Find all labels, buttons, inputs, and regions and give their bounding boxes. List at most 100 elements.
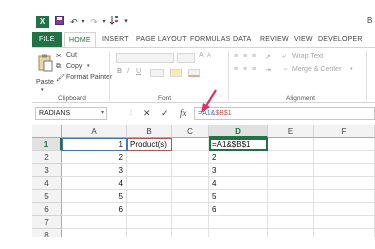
cell-e5[interactable]	[268, 190, 314, 203]
merge-center-icon[interactable]: ⇔	[282, 66, 289, 73]
column-header-c[interactable]: C	[172, 125, 209, 138]
align-center-icon[interactable]: ≡	[243, 66, 247, 73]
enter-icon[interactable]: ✓	[161, 107, 169, 120]
merge-center-button[interactable]: Merge & Center	[292, 66, 341, 73]
paste-button[interactable]: Paste	[36, 79, 54, 86]
cell-d6[interactable]: 6	[209, 203, 268, 216]
cell-f3[interactable]	[314, 164, 375, 177]
wrap-text-icon[interactable]: ⤶	[282, 53, 286, 61]
borders-icon[interactable]	[150, 69, 164, 77]
column-header-d[interactable]: D	[209, 125, 268, 138]
cell-e6[interactable]	[268, 203, 314, 216]
cell-f8[interactable]	[314, 229, 375, 237]
cell-b4[interactable]	[127, 177, 172, 190]
tab-page-layout[interactable]: PAGE LAYOUT	[136, 32, 187, 47]
cell-c8[interactable]	[172, 229, 209, 237]
fill-color-icon[interactable]	[170, 69, 182, 77]
row-header-7[interactable]: 7	[32, 216, 62, 229]
cut-button[interactable]: Cut	[66, 52, 77, 59]
cell-b3[interactable]	[127, 164, 172, 177]
cell-a8[interactable]	[62, 229, 127, 237]
cancel-icon[interactable]: ✕	[143, 107, 151, 120]
cell-c2[interactable]	[172, 151, 209, 164]
font-name-box[interactable]	[116, 53, 174, 63]
cell-a6[interactable]: 6	[62, 203, 127, 216]
indent-icon[interactable]: ⇥	[265, 66, 271, 74]
row-header-8[interactable]: 8	[32, 229, 62, 237]
tab-data[interactable]: DATA	[233, 32, 251, 47]
tab-view[interactable]: VIEW	[294, 32, 313, 47]
cell-a5[interactable]: 5	[62, 190, 127, 203]
customize-quick-access-icon[interactable]: ▾	[121, 15, 131, 29]
paste-dropdown-icon[interactable]: ▾	[41, 87, 44, 93]
row-header-6[interactable]: 6	[32, 203, 62, 216]
merge-dropdown-icon[interactable]: ▾	[350, 66, 353, 72]
cell-f7[interactable]	[314, 216, 375, 229]
redo-icon[interactable]: ↷	[88, 15, 100, 29]
cell-b5[interactable]	[127, 190, 172, 203]
redo-dropdown-icon[interactable]: ▾	[101, 15, 107, 29]
column-header-a[interactable]: A	[62, 125, 127, 138]
cell-e4[interactable]	[268, 177, 314, 190]
align-left-icon[interactable]: ≡	[234, 66, 238, 73]
italic-button[interactable]: I	[127, 68, 129, 75]
align-top-icon[interactable]: ≡	[234, 53, 238, 60]
cell-b6[interactable]	[127, 203, 172, 216]
row-header-2[interactable]: 2	[32, 151, 62, 164]
cell-f5[interactable]	[314, 190, 375, 203]
cell-e1[interactable]	[268, 138, 314, 151]
align-middle-icon[interactable]: ≡	[243, 53, 247, 60]
align-right-icon[interactable]: ≡	[252, 66, 256, 73]
cell-c7[interactable]	[172, 216, 209, 229]
row-header-5[interactable]: 5	[32, 190, 62, 203]
font-size-box[interactable]	[177, 53, 195, 63]
cell-d5[interactable]: 5	[209, 190, 268, 203]
row-header-1[interactable]: 1	[32, 138, 62, 151]
tab-developer[interactable]: DEVELOPER	[318, 32, 363, 47]
orientation-icon[interactable]: ↗	[265, 53, 271, 61]
cell-a3[interactable]: 3	[62, 164, 127, 177]
wrap-text-button[interactable]: Wrap Text	[292, 53, 323, 60]
cell-c4[interactable]	[172, 177, 209, 190]
cell-b1[interactable]: Product(s)	[127, 138, 172, 151]
cell-d4[interactable]: 4	[209, 177, 268, 190]
format-painter-button[interactable]: Format Painter	[66, 74, 112, 81]
cell-d2[interactable]: 2	[209, 151, 268, 164]
formula-input[interactable]: =A1&$B$1	[194, 107, 375, 120]
tab-review[interactable]: REVIEW	[260, 32, 289, 47]
font-color-icon[interactable]	[188, 69, 200, 77]
cell-d7[interactable]	[209, 216, 268, 229]
tab-insert[interactable]: INSERT	[102, 32, 129, 47]
paste-icon[interactable]	[38, 54, 53, 74]
tab-formulas[interactable]: FORMULAS	[190, 32, 231, 47]
cell-b8[interactable]	[127, 229, 172, 237]
bold-button[interactable]: B	[117, 68, 122, 75]
cell-a4[interactable]: 4	[62, 177, 127, 190]
save-icon[interactable]	[54, 15, 64, 29]
cell-f1[interactable]	[314, 138, 375, 151]
cell-d8[interactable]	[209, 229, 268, 237]
copy-button[interactable]: Copy	[66, 63, 82, 70]
cell-a1[interactable]: 1	[62, 138, 127, 151]
column-header-e[interactable]: E	[268, 125, 314, 138]
cell-e7[interactable]	[268, 216, 314, 229]
cell-c3[interactable]	[172, 164, 209, 177]
grow-font-icon[interactable]: A	[199, 52, 204, 59]
insert-function-icon[interactable]: fx	[180, 107, 187, 120]
tab-home[interactable]: HOME	[64, 32, 96, 47]
cell-b2[interactable]	[127, 151, 172, 164]
cell-f4[interactable]	[314, 177, 375, 190]
underline-button[interactable]: U	[136, 68, 141, 75]
cell-d3[interactable]: 3	[209, 164, 268, 177]
column-header-f[interactable]: F	[314, 125, 375, 138]
select-all-corner[interactable]	[32, 125, 62, 138]
row-header-4[interactable]: 4	[32, 177, 62, 190]
name-box-dropdown-icon[interactable]: ▾	[101, 108, 104, 119]
column-header-b[interactable]: B	[127, 125, 172, 138]
cell-d1[interactable]: =A1&$B$1	[209, 138, 268, 151]
sort-icon[interactable]	[109, 15, 119, 29]
row-header-3[interactable]: 3	[32, 164, 62, 177]
cut-icon[interactable]: ✂	[56, 52, 62, 60]
cell-e8[interactable]	[268, 229, 314, 237]
format-painter-icon[interactable]: 🖌	[56, 74, 65, 82]
